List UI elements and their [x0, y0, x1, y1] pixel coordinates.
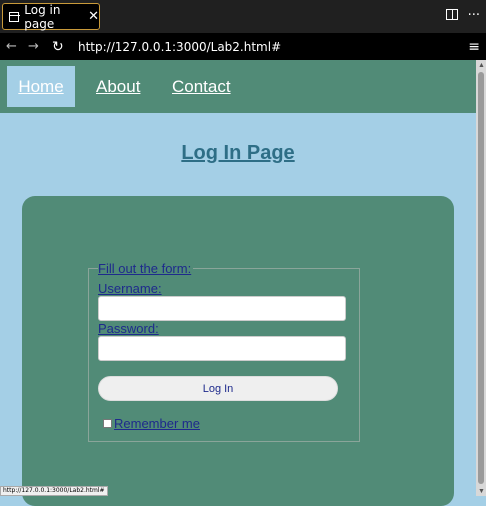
nav-link-home[interactable]: Home	[7, 66, 75, 107]
page-title[interactable]: Log In Page	[0, 142, 476, 165]
address-bar: ← → ↻ http://127.0.0.1:3000/Lab2.html# ≡	[0, 33, 486, 60]
page-icon	[9, 11, 21, 22]
fieldset-legend: Fill out the form:	[98, 261, 194, 276]
login-button[interactable]: Log In	[98, 376, 338, 401]
menu-icon[interactable]: ≡	[468, 39, 480, 55]
status-bar-url: http://127.0.0.1:3000/Lab2.html#	[0, 486, 108, 496]
back-arrow-icon[interactable]: ←	[6, 39, 24, 54]
reload-icon[interactable]: ↻	[52, 39, 70, 55]
scrollbar-thumb[interactable]	[478, 72, 484, 484]
close-tab-icon[interactable]: ✕	[88, 9, 99, 24]
browser-tab-bar: Log in page ✕ ···	[0, 0, 486, 33]
username-label: Username:	[98, 281, 162, 296]
scroll-up-arrow-icon[interactable]: ▲	[478, 62, 485, 69]
remember-me-label[interactable]: Remember me	[114, 416, 200, 431]
vertical-scrollbar[interactable]: ▲ ▼	[476, 60, 486, 496]
tab-bar-actions: ···	[445, 8, 480, 23]
browser-tab[interactable]: Log in page ✕	[2, 2, 100, 31]
password-input[interactable]	[98, 336, 346, 361]
more-options-icon[interactable]: ···	[468, 8, 480, 23]
remember-me-checkbox[interactable]	[103, 419, 112, 428]
nav-link-about[interactable]: About	[96, 60, 140, 113]
nav-link-contact[interactable]: Contact	[172, 60, 231, 113]
split-view-icon[interactable]	[445, 9, 458, 20]
tab-title: Log in page	[24, 2, 61, 31]
password-label: Password:	[98, 321, 159, 336]
username-input[interactable]	[98, 296, 346, 321]
site-navbar: Home About Contact	[0, 60, 476, 113]
scroll-down-arrow-icon[interactable]: ▼	[478, 488, 485, 495]
forward-arrow-icon[interactable]: →	[28, 39, 46, 54]
url-field[interactable]: http://127.0.0.1:3000/Lab2.html#	[78, 40, 281, 54]
